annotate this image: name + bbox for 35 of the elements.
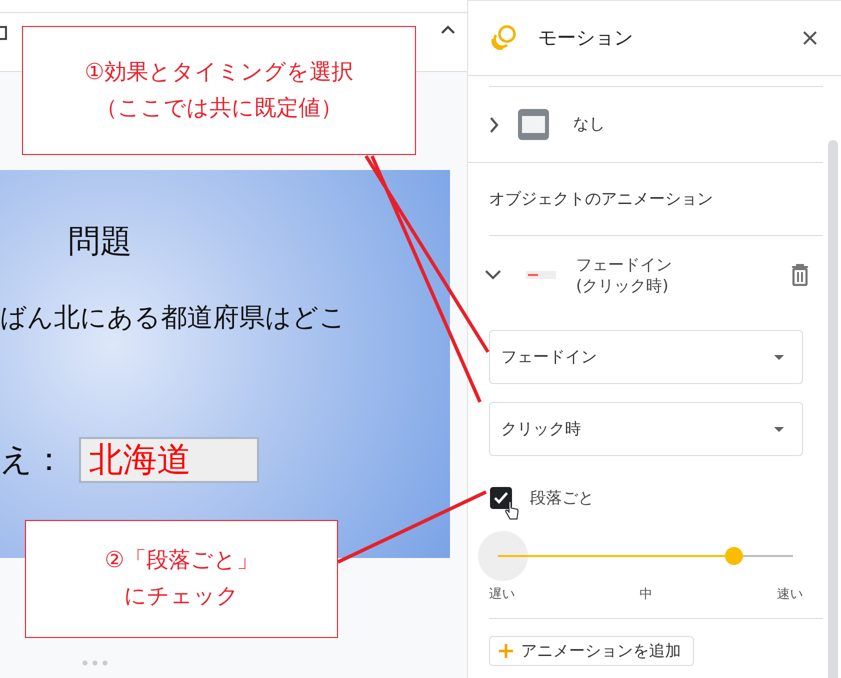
trash-icon[interactable] (791, 264, 809, 286)
chevron-right-icon[interactable] (488, 116, 500, 134)
speed-label: 遅い (489, 586, 515, 603)
question-text: ばん北にある都道府県はどこ (0, 302, 346, 335)
dropdown-arrow-icon (774, 426, 784, 432)
collapse-icon[interactable] (441, 25, 455, 35)
answer-label: え： (0, 439, 65, 480)
checkbox-label[interactable]: 段落ごと (530, 488, 594, 508)
section-title: オブジェクトのアニメーション (488, 188, 714, 210)
hand-cursor-icon (505, 501, 519, 521)
transition-label[interactable]: なし (573, 114, 605, 135)
animation-trigger[interactable]: (クリック時) (576, 275, 777, 296)
chevron-down-icon[interactable] (484, 269, 502, 281)
answer-box: 北海道 (79, 437, 259, 483)
panel-title: モーション (538, 26, 634, 51)
scrollbar[interactable] (828, 140, 838, 678)
timing-dropdown[interactable]: クリック時 (489, 402, 803, 456)
drag-handle-icon[interactable] (82, 660, 108, 666)
callout-text: ②「段落ごと」 (104, 547, 258, 575)
plus-icon (499, 644, 513, 658)
slide-icon (518, 109, 549, 140)
callout-text: （ここでは共に既定値） (96, 95, 342, 123)
add-animation-button[interactable]: アニメーションを追加 (489, 636, 694, 666)
motion-icon (490, 24, 518, 52)
check-icon (493, 491, 509, 505)
speed-label: 中 (640, 586, 652, 603)
animation-name[interactable]: フェードイン (576, 254, 777, 275)
dropdown-arrow-icon (774, 354, 784, 360)
slide-thumbnail (526, 271, 556, 279)
speed-label: 速い (777, 586, 803, 603)
callout-text: にチェック (124, 583, 239, 611)
slide-title: 問題 (68, 221, 132, 262)
effect-dropdown[interactable]: フェードイン (489, 330, 803, 384)
callout-text: ①効果とタイミングを選択 (84, 59, 354, 87)
focus-halo (478, 531, 528, 581)
